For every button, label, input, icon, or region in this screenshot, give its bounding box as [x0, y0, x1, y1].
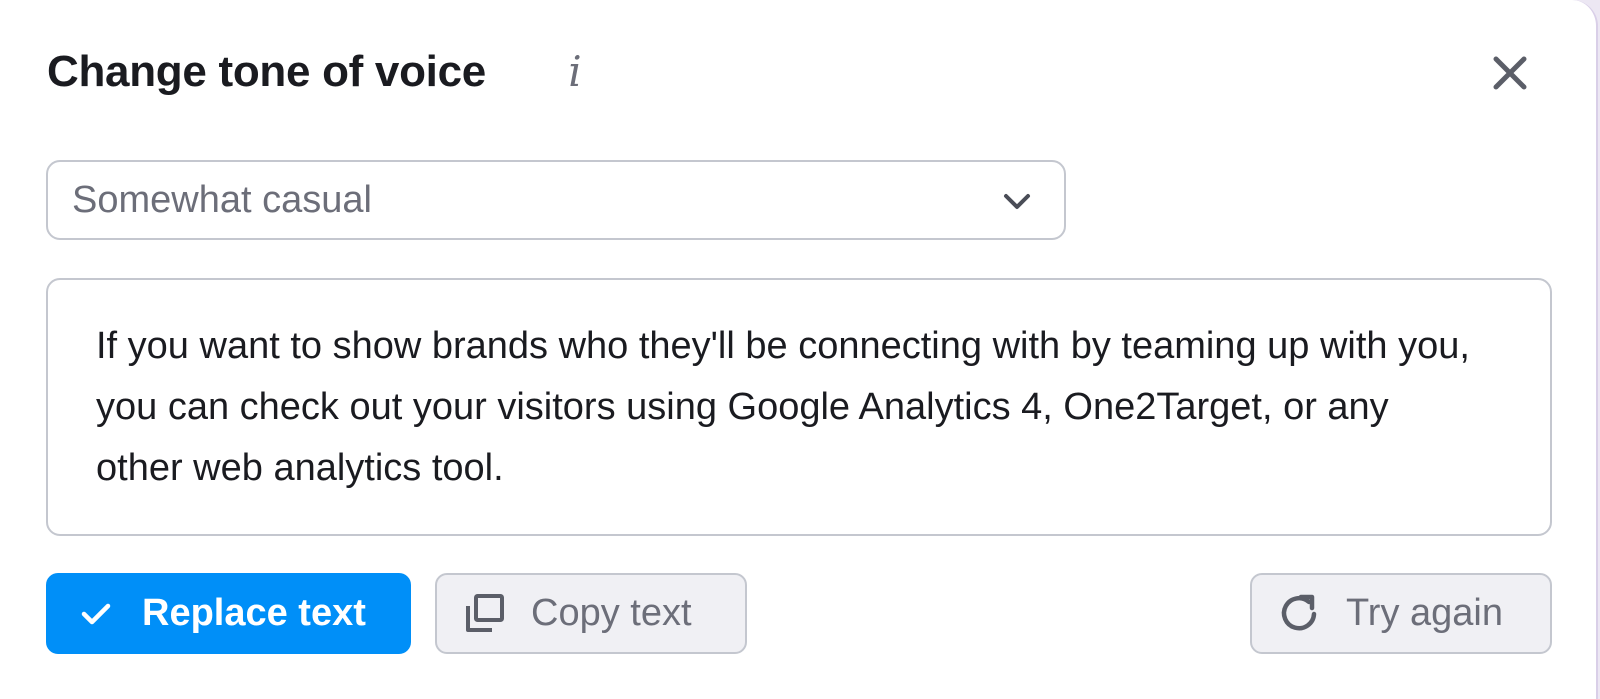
replace-text-label: Replace text [142, 592, 366, 634]
close-icon [1493, 56, 1527, 90]
close-button[interactable] [1489, 52, 1531, 94]
copy-text-label: Copy text [531, 592, 692, 634]
try-again-button[interactable]: Try again [1250, 573, 1552, 654]
chevron-down-icon [1004, 194, 1030, 209]
check-icon [81, 603, 111, 624]
copy-text-button[interactable]: Copy text [435, 573, 747, 654]
rewritten-text: If you want to show brands who they'll b… [96, 325, 1470, 489]
tone-select-value: Somewhat casual [72, 179, 372, 221]
tone-select[interactable]: Somewhat casual [46, 160, 1066, 240]
rewritten-text-box[interactable]: If you want to show brands who they'll b… [46, 278, 1552, 536]
dialog-title: Change tone of voice [47, 47, 486, 96]
try-again-label: Try again [1346, 592, 1503, 634]
info-icon[interactable]: i [562, 46, 588, 96]
copy-icon [466, 593, 504, 632]
replace-text-button[interactable]: Replace text [46, 573, 411, 654]
refresh-icon [1281, 594, 1317, 630]
tone-dialog: Change tone of voice i Somewhat casual I… [0, 0, 1598, 699]
